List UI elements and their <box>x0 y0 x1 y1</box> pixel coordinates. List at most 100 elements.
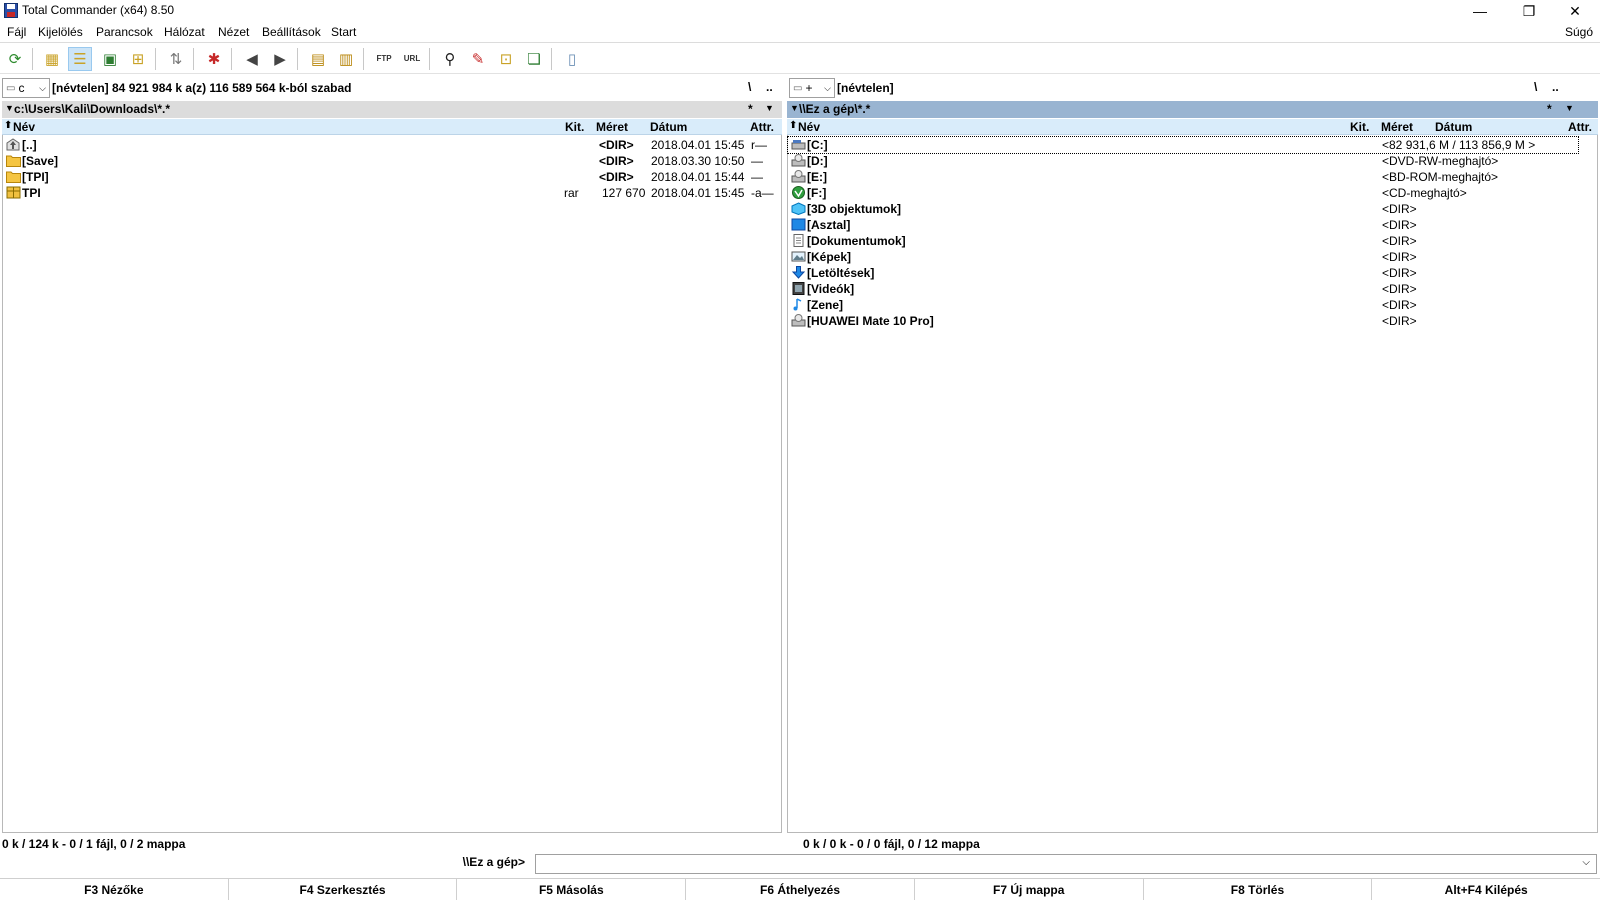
chevron-down-icon[interactable]: ▼ <box>765 103 774 113</box>
file-name: [Asztal] <box>807 218 851 232</box>
right-up-button[interactable]: .. <box>1552 80 1559 94</box>
invert-selection-icon[interactable]: ⇅ <box>164 47 188 71</box>
toolbar-separator <box>231 48 232 70</box>
table-row[interactable]: [D:] <DVD-RW-meghajtó> <box>788 153 1578 169</box>
thumbnails-icon[interactable]: ▣ <box>98 47 122 71</box>
multi-rename-icon[interactable]: ✎ <box>466 47 490 71</box>
full-view-icon[interactable]: ☰ <box>68 47 92 71</box>
left-up-button[interactable]: .. <box>766 80 773 94</box>
command-line-input[interactable]: ⌵ <box>535 854 1597 874</box>
table-row[interactable]: [E:] <BD-ROM-meghajtó> <box>788 169 1578 185</box>
table-row[interactable]: [..] <DIR> 2018.04.01 15:45 r— <box>3 137 783 153</box>
header-ext[interactable]: Kit. <box>565 120 584 134</box>
optical-drive-icon <box>791 170 806 183</box>
table-row[interactable]: [Zene] <DIR> <box>788 297 1578 313</box>
history-down-icon[interactable]: ▼ <box>5 103 14 113</box>
select-all-icon[interactable]: ✱ <box>202 47 226 71</box>
f8-delete-button[interactable]: F8 Törlés <box>1143 878 1373 900</box>
file-attr: — <box>751 170 763 184</box>
left-root-button[interactable]: \ <box>748 80 751 94</box>
f6-move-button[interactable]: F6 Áthelyezés <box>686 878 915 900</box>
table-row[interactable]: [HUAWEI Mate 10 Pro] <DIR> <box>788 313 1578 329</box>
toolbar-separator <box>32 48 33 70</box>
f4-edit-button[interactable]: F4 Szerkesztés <box>228 878 458 900</box>
table-row[interactable]: [C:] <82 931,6 M / 113 856,9 M > <box>787 136 1579 154</box>
header-date[interactable]: Dátum <box>650 120 687 134</box>
menu-selection[interactable]: Kijelölés <box>38 25 83 39</box>
header-attr[interactable]: Attr. <box>750 120 774 134</box>
header-ext[interactable]: Kit. <box>1350 120 1369 134</box>
header-size[interactable]: Méret <box>596 120 628 134</box>
table-row[interactable]: [TPI] <DIR> 2018.04.01 15:44 — <box>3 169 783 185</box>
table-row[interactable]: [Dokumentumok] <DIR> <box>788 233 1578 249</box>
floppy-icon <box>4 3 18 18</box>
right-filter-button[interactable]: * <box>1547 102 1552 116</box>
menu-file[interactable]: Fájl <box>7 25 26 39</box>
menu-commands[interactable]: Parancsok <box>96 25 153 39</box>
file-size: <DIR> <box>1382 282 1417 296</box>
right-drive-select[interactable]: ▭ + ⌵ <box>789 78 835 98</box>
tree-view-icon[interactable]: ⊞ <box>126 47 150 71</box>
header-date[interactable]: Dátum <box>1435 120 1472 134</box>
back-arrow-icon[interactable]: ◀ <box>240 47 264 71</box>
3d-objects-icon <box>791 202 806 215</box>
left-path-bar[interactable]: ▼ c:\Users\Kali\Downloads\*.* * ▼ <box>2 101 782 118</box>
table-row[interactable]: [F:] <CD-meghajtó> <box>788 185 1578 201</box>
toolbar: ⟳ ▦ ☰ ▣ ⊞ ⇅ ✱ ◀ ▶ ▤ ▥ FTP URL ⚲ ✎ ⊡ ❏ ▯ <box>0 44 1600 74</box>
close-button[interactable]: ✕ <box>1552 0 1598 22</box>
table-row[interactable]: [Asztal] <DIR> <box>788 217 1578 233</box>
file-size: <DIR> <box>599 154 634 168</box>
toolbar-separator <box>551 48 552 70</box>
minimize-button[interactable]: — <box>1457 0 1503 22</box>
table-row[interactable]: [3D objektumok] <DIR> <box>788 201 1578 217</box>
f7-new-folder-button[interactable]: F7 Új mappa <box>914 878 1144 900</box>
left-drive-select[interactable]: ▭ c ⌵ <box>2 78 50 98</box>
cd-drive-icon <box>792 186 805 199</box>
documents-icon <box>793 234 804 247</box>
notepad-icon[interactable]: ▯ <box>560 47 584 71</box>
table-row[interactable]: [Képek] <DIR> <box>788 249 1578 265</box>
f5-copy-button[interactable]: F5 Másolás <box>457 878 687 900</box>
menu-settings[interactable]: Beállítások <box>262 25 321 39</box>
menu-bar: Fájl Kijelölés Parancsok Hálózat Nézet B… <box>0 23 1600 43</box>
refresh-icon[interactable]: ⟳ <box>3 47 27 71</box>
copy-names-icon[interactable]: ❏ <box>522 47 546 71</box>
file-name: [F:] <box>807 186 827 200</box>
ftp-icon[interactable]: FTP <box>372 47 396 71</box>
table-row[interactable]: [Letöltések] <DIR> <box>788 265 1578 281</box>
restore-button[interactable]: ❐ <box>1506 0 1552 22</box>
chevron-down-icon[interactable]: ⌵ <box>1582 857 1590 868</box>
menu-start[interactable]: Start <box>331 25 356 39</box>
pack-icon[interactable]: ▤ <box>306 47 330 71</box>
header-attr[interactable]: Attr. <box>1568 120 1592 134</box>
menu-network[interactable]: Hálózat <box>164 25 205 39</box>
sync-dirs-icon[interactable]: ⊡ <box>494 47 518 71</box>
f3-view-button[interactable]: F3 Nézőke <box>0 878 229 900</box>
file-name: [Képek] <box>807 250 852 264</box>
left-drive-letter: c <box>18 81 25 95</box>
right-path-bar[interactable]: ▼ \\Ez a gép\*.* * ▼ <box>787 101 1598 118</box>
right-file-list[interactable]: [C:] <82 931,6 M / 113 856,9 M > [D:] <D… <box>787 135 1598 833</box>
header-name[interactable]: Név <box>13 120 35 134</box>
header-name[interactable]: Név <box>798 120 820 134</box>
left-filter-button[interactable]: * <box>748 102 753 116</box>
history-down-icon[interactable]: ▼ <box>790 103 799 113</box>
binoculars-icon[interactable]: ⚲ <box>438 47 462 71</box>
right-root-button[interactable]: \ <box>1534 80 1537 94</box>
file-name: [..] <box>22 138 37 152</box>
file-size: <DIR> <box>1382 202 1417 216</box>
table-row[interactable]: [Videók] <DIR> <box>788 281 1578 297</box>
table-row[interactable]: TPI rar 127 670 2018.04.01 15:45 -a— <box>3 185 783 201</box>
left-file-list[interactable]: [..] <DIR> 2018.04.01 15:45 r— [Save] <D… <box>2 135 782 833</box>
header-size[interactable]: Méret <box>1381 120 1413 134</box>
menu-view[interactable]: Nézet <box>218 25 249 39</box>
unpack-icon[interactable]: ▥ <box>334 47 358 71</box>
table-row[interactable]: [Save] <DIR> 2018.03.30 10:50 — <box>3 153 783 169</box>
alt-f4-exit-button[interactable]: Alt+F4 Kilépés <box>1372 878 1600 900</box>
menu-help[interactable]: Súgó <box>1565 25 1593 39</box>
forward-arrow-icon[interactable]: ▶ <box>268 47 292 71</box>
brief-view-icon[interactable]: ▦ <box>40 47 64 71</box>
url-icon[interactable]: URL <box>400 47 424 71</box>
chevron-down-icon[interactable]: ▼ <box>1565 103 1574 113</box>
right-volume-info: [névtelen] <box>837 81 894 95</box>
